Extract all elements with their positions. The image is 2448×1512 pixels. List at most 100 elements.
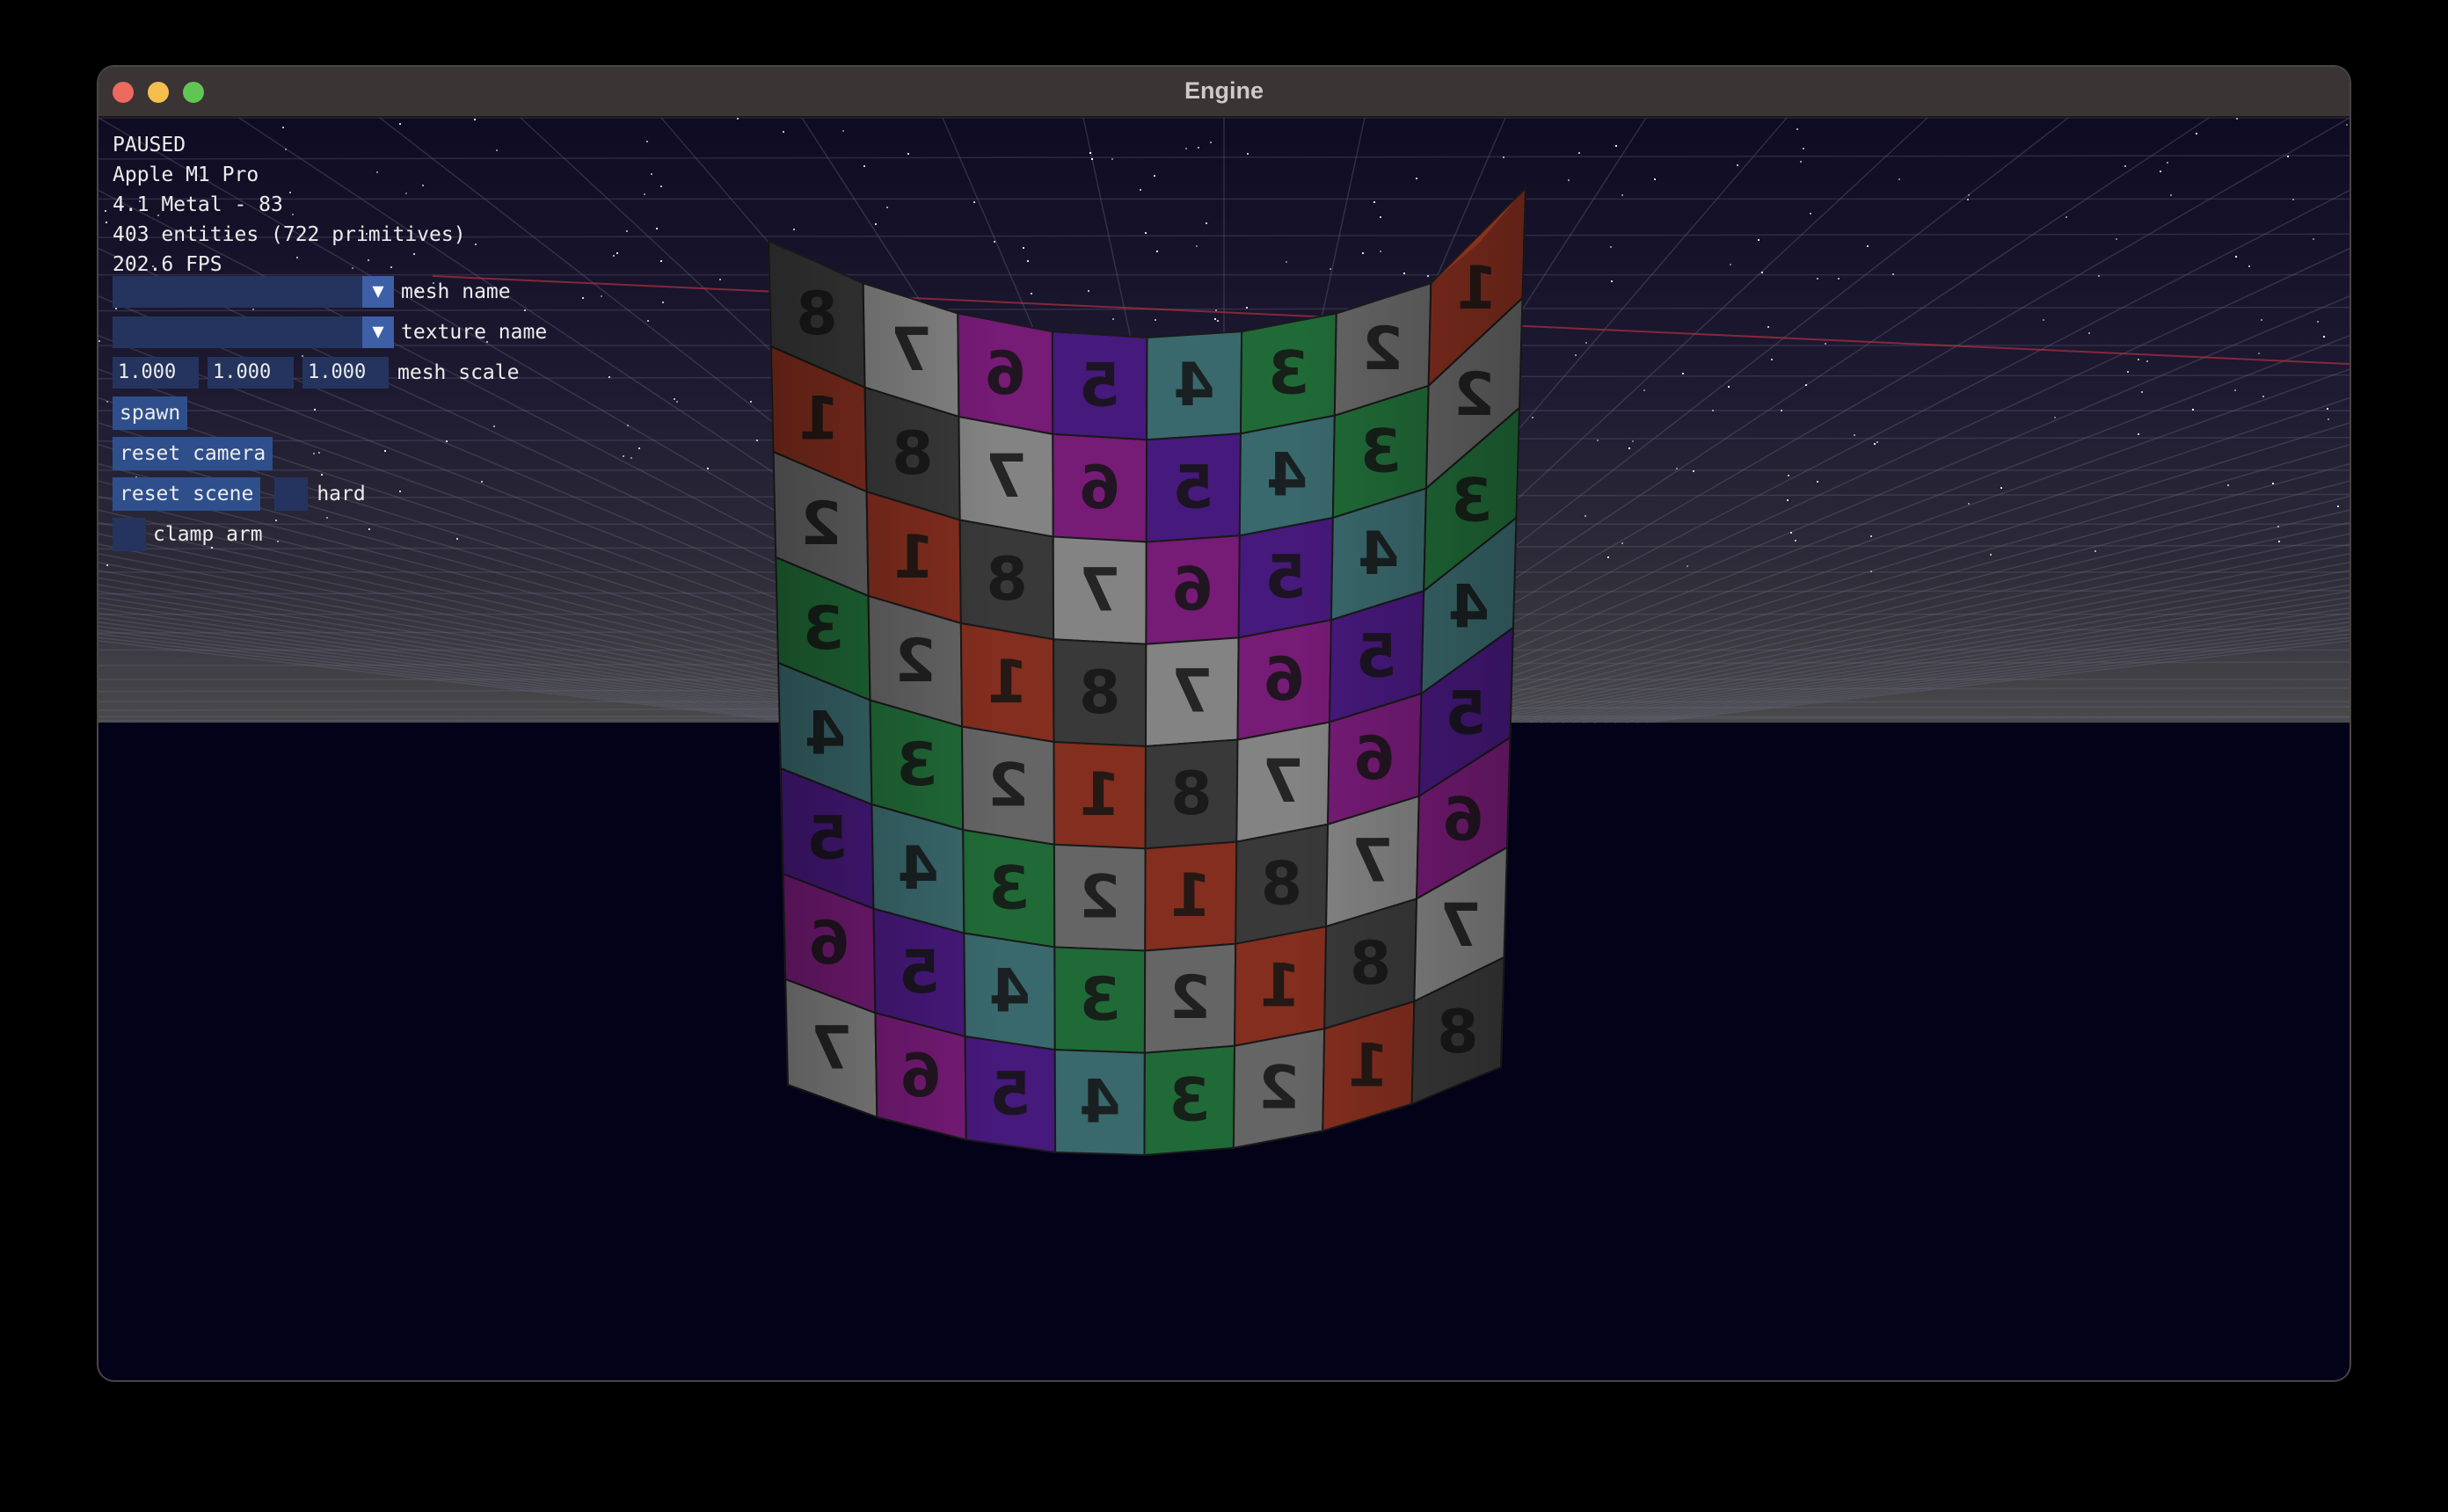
hard-label: hard [317, 483, 366, 505]
star [1403, 273, 1405, 274]
star [98, 340, 100, 342]
star [1578, 152, 1580, 154]
star [1089, 152, 1091, 154]
star [2262, 396, 2264, 397]
mesh-scale-label: mesh scale [397, 361, 520, 384]
star [660, 260, 662, 262]
star [1800, 161, 1802, 163]
star [973, 201, 975, 203]
star [1027, 260, 1029, 262]
star [2287, 156, 2289, 157]
star [524, 309, 526, 311]
reset-camera-button[interactable]: reset camera [113, 437, 273, 470]
star [1676, 468, 1678, 469]
title-bar[interactable]: Engine [98, 67, 2350, 118]
star [1892, 273, 1894, 275]
star [1155, 319, 1156, 321]
star [2337, 505, 2339, 507]
star [2000, 487, 2002, 489]
3d-viewport[interactable]: 8765432118765432218765433218765443218765… [98, 118, 2350, 1380]
star [1870, 535, 1872, 537]
mesh-name-row: ▼ mesh name [113, 276, 511, 308]
star [1728, 386, 1730, 388]
texture-name-label: texture name [401, 321, 548, 344]
star [1874, 443, 1876, 445]
star [1787, 499, 1789, 501]
star [783, 131, 784, 133]
star [1427, 275, 1429, 277]
star [623, 455, 624, 457]
mesh-scale-z-input[interactable]: 1.000 [302, 357, 389, 389]
star [2327, 408, 2328, 410]
star [2160, 171, 2161, 172]
star [456, 538, 458, 540]
star [1737, 164, 1738, 166]
star [2236, 118, 2238, 120]
star [1156, 251, 1158, 252]
star [1246, 307, 1248, 309]
star [1416, 178, 1417, 179]
star [1615, 145, 1617, 147]
star [616, 252, 618, 254]
spawn-button[interactable]: spawn [113, 396, 188, 430]
star [2146, 360, 2148, 362]
star [2043, 319, 2044, 321]
chevron-down-icon[interactable]: ▼ [362, 276, 394, 308]
star [1611, 280, 1613, 282]
star [313, 453, 315, 454]
star [1788, 475, 1789, 476]
star [384, 450, 386, 452]
star [1968, 503, 1970, 505]
star [106, 222, 107, 223]
star [496, 149, 498, 151]
star [1790, 532, 1792, 534]
star [2196, 133, 2197, 134]
star [1140, 189, 1141, 191]
star [2258, 353, 2260, 354]
hard-checkbox[interactable] [274, 477, 309, 511]
star [2278, 541, 2280, 542]
star [2323, 336, 2325, 338]
star [1215, 309, 1217, 311]
star [627, 425, 629, 426]
chevron-down-icon[interactable]: ▼ [362, 316, 394, 348]
texture-name-dropdown[interactable]: ▼ [113, 316, 394, 348]
star [1532, 417, 1534, 418]
sim-state-text: PAUSED [113, 134, 186, 156]
star [1111, 158, 1113, 160]
star [1771, 359, 1773, 360]
star [793, 229, 795, 230]
star [1838, 278, 1840, 280]
star [1196, 245, 1198, 247]
mesh-name-dropdown[interactable]: ▼ [113, 276, 394, 308]
star [1380, 216, 1381, 218]
texture-name-row: ▼ texture name [113, 316, 547, 348]
star [2138, 359, 2139, 360]
star [1380, 251, 1381, 252]
fps-text: 202.6 FPS [113, 253, 222, 276]
star [1210, 142, 1212, 143]
star [252, 309, 254, 310]
star [1870, 571, 1872, 572]
star [1621, 542, 1623, 544]
star [1091, 158, 1093, 160]
star [875, 223, 877, 225]
star [106, 401, 108, 403]
star [321, 474, 323, 476]
star [601, 295, 602, 297]
clamp-arm-checkbox[interactable] [113, 518, 146, 551]
mesh-scale-y-input[interactable]: 1.000 [208, 357, 294, 389]
star [368, 528, 370, 530]
star [2292, 199, 2294, 200]
star [1198, 147, 1199, 149]
star [2138, 433, 2139, 435]
star [2127, 371, 2129, 373]
star [638, 447, 640, 449]
star [1968, 194, 1970, 196]
star [756, 440, 758, 441]
reset-scene-button[interactable]: reset scene [113, 477, 261, 511]
gpu-name-text: Apple M1 Pro [113, 164, 259, 186]
star [1643, 389, 1645, 391]
star [674, 398, 675, 400]
mesh-scale-x-input[interactable]: 1.000 [113, 357, 199, 389]
